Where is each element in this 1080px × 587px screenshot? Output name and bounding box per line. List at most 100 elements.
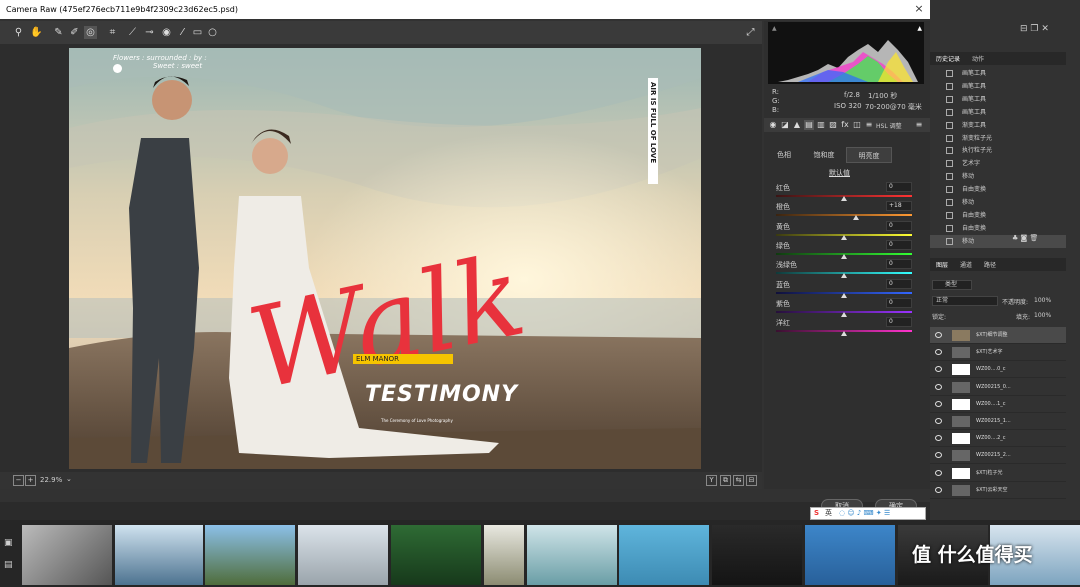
new-document-icon[interactable]: ♣ <box>1012 234 1018 242</box>
close-icon[interactable]: × <box>912 2 926 16</box>
history-item[interactable]: 移动 <box>930 234 1066 248</box>
graduated-filter-icon[interactable]: ▭ <box>191 26 204 39</box>
layer-row[interactable]: WZ00....1_c <box>930 396 1066 413</box>
eye-icon[interactable] <box>935 418 942 424</box>
eye-icon[interactable] <box>935 383 942 390</box>
detail-panel-icon[interactable]: ▲ <box>792 120 802 130</box>
slider-value-input[interactable]: 0 <box>886 259 912 270</box>
layer-row[interactable]: $XT)艺术字 <box>930 344 1066 362</box>
photo-preview[interactable]: Flowers : surrounded : by : Sweet : swee… <box>69 48 701 469</box>
spot-removal-icon[interactable]: ⊸ <box>143 26 156 39</box>
history-item[interactable]: 渐变工具 <box>930 119 1066 132</box>
slider-thumb[interactable] <box>841 292 847 298</box>
basic-panel-icon[interactable]: ◉ <box>768 120 778 130</box>
tab-paths[interactable]: 路径 <box>984 260 996 269</box>
slider-value-input[interactable]: 0 <box>886 278 912 289</box>
straighten-icon[interactable]: ⟋ <box>126 26 139 39</box>
tab-hue[interactable]: 色相 <box>766 147 802 163</box>
history-item[interactable]: 艺术字 <box>930 157 1066 170</box>
view-toggle-y-button[interactable]: Y <box>706 475 717 486</box>
tone-curve-icon[interactable]: ◪ <box>780 120 790 130</box>
tab-saturation[interactable]: 饱和度 <box>804 147 844 163</box>
thumbnail[interactable] <box>115 525 203 585</box>
lens-corrections-icon[interactable]: ▨ <box>828 120 838 130</box>
calibration-icon[interactable]: ◫ <box>852 120 862 130</box>
layer-row[interactable]: $XT)云彩天空 <box>930 482 1066 499</box>
split-toning-icon[interactable]: ▥ <box>816 120 826 130</box>
fullscreen-icon[interactable]: ⤢ <box>744 26 757 39</box>
crop-icon[interactable]: ⌗ <box>106 26 119 39</box>
slider-track[interactable] <box>776 214 912 217</box>
zoom-in-button[interactable]: + <box>25 475 36 486</box>
history-item[interactable]: 移动 <box>930 196 1066 209</box>
thumbnail[interactable] <box>391 525 481 585</box>
slider-thumb[interactable] <box>841 273 847 279</box>
zoom-out-button[interactable]: − <box>13 475 24 486</box>
radial-filter-icon[interactable]: ○ <box>206 26 219 39</box>
eye-icon[interactable] <box>935 366 942 373</box>
slider-thumb[interactable] <box>841 196 847 201</box>
minimize-icon[interactable]: ⊟ <box>1020 24 1028 34</box>
zoom-level[interactable]: 22.9% <box>40 476 62 484</box>
slider-value-input[interactable]: 0 <box>886 239 912 250</box>
tab-history[interactable]: 历史记录 <box>936 54 960 63</box>
thumbnail[interactable] <box>205 525 295 585</box>
layer-row[interactable]: WZ00215_2... <box>930 447 1066 465</box>
hsl-panel-icon[interactable]: ▤ <box>804 120 814 130</box>
layer-row[interactable]: WZ00215_1... <box>930 413 1066 430</box>
history-item[interactable]: 移动 <box>930 170 1066 183</box>
layer-row[interactable]: WZ00215_0... <box>930 379 1066 396</box>
slider-thumb[interactable] <box>841 311 847 317</box>
view-compare-button[interactable]: ⧉ <box>720 475 731 486</box>
history-item[interactable]: 自由变换 <box>930 183 1066 196</box>
white-balance-icon[interactable]: ✎ <box>52 26 65 39</box>
slider-thumb[interactable] <box>841 331 847 337</box>
eye-icon[interactable] <box>935 332 942 338</box>
default-link[interactable]: 默认值 <box>829 168 850 178</box>
ime-tools-icon[interactable]: ◌ ☺ ♪ ⌨ ✦ ☰ <box>839 508 890 519</box>
thumbnail[interactable] <box>22 525 112 585</box>
slider-value-input[interactable]: 0 <box>886 182 912 192</box>
trash-icon[interactable]: 🗑 <box>1030 234 1039 242</box>
effects-panel-icon[interactable]: fx <box>840 120 850 130</box>
history-item[interactable]: 画笔工具 <box>930 93 1066 106</box>
folder-icon[interactable]: ▤ <box>4 560 13 570</box>
panel-menu-icon[interactable]: ≡ <box>914 120 924 130</box>
tab-actions[interactable]: 动作 <box>972 54 984 63</box>
eye-icon[interactable] <box>935 349 942 356</box>
ime-logo[interactable]: S <box>814 508 819 519</box>
eye-icon[interactable] <box>935 452 942 459</box>
layer-row[interactable]: WZ00....2_c <box>930 430 1066 448</box>
thumbnail[interactable] <box>805 525 895 585</box>
slider-thumb[interactable] <box>853 215 860 221</box>
layer-row[interactable]: $XT)粒子光 <box>930 465 1066 482</box>
presets-icon[interactable]: ≡ <box>864 120 874 130</box>
restore-icon[interactable]: ❐ <box>1030 24 1038 34</box>
eye-icon[interactable] <box>935 400 942 407</box>
slider-value-input[interactable]: 0 <box>886 220 912 231</box>
history-item[interactable]: 画笔工具 <box>930 67 1066 80</box>
layer-row[interactable]: $XT)细节调整 <box>930 327 1066 344</box>
ime-language[interactable]: 英 <box>825 508 832 519</box>
layer-row[interactable]: WZ00....0_c <box>930 361 1066 379</box>
zoom-dropdown-icon[interactable]: ⌄ <box>66 475 72 483</box>
history-item[interactable]: 画笔工具 <box>930 106 1066 119</box>
ps-close-icon[interactable]: ✕ <box>1041 24 1049 34</box>
eye-icon[interactable] <box>935 469 942 476</box>
thumbnail[interactable] <box>527 525 617 585</box>
tab-luminance[interactable]: 明亮度 <box>846 147 892 163</box>
eye-icon[interactable] <box>935 435 942 442</box>
history-item[interactable]: 自由变换 <box>930 209 1066 222</box>
opacity-value[interactable]: 100% <box>1034 297 1051 304</box>
view-settings-button[interactable]: ⊟ <box>746 475 757 486</box>
history-item[interactable]: 渐变粒子光 <box>930 132 1066 145</box>
slider-value-input[interactable]: 0 <box>886 317 912 328</box>
history-item[interactable]: 自由变换 <box>930 222 1066 235</box>
thumbnail[interactable] <box>712 525 802 585</box>
slider-value-input[interactable]: +18 <box>886 201 912 212</box>
hand-icon[interactable]: ✋ <box>30 26 43 39</box>
history-item[interactable]: 画笔工具 <box>930 80 1066 93</box>
blend-mode-select[interactable]: 正常 <box>932 296 998 306</box>
tab-channels[interactable]: 通道 <box>960 260 972 269</box>
history-item[interactable]: 执行粒子光 <box>930 144 1066 157</box>
